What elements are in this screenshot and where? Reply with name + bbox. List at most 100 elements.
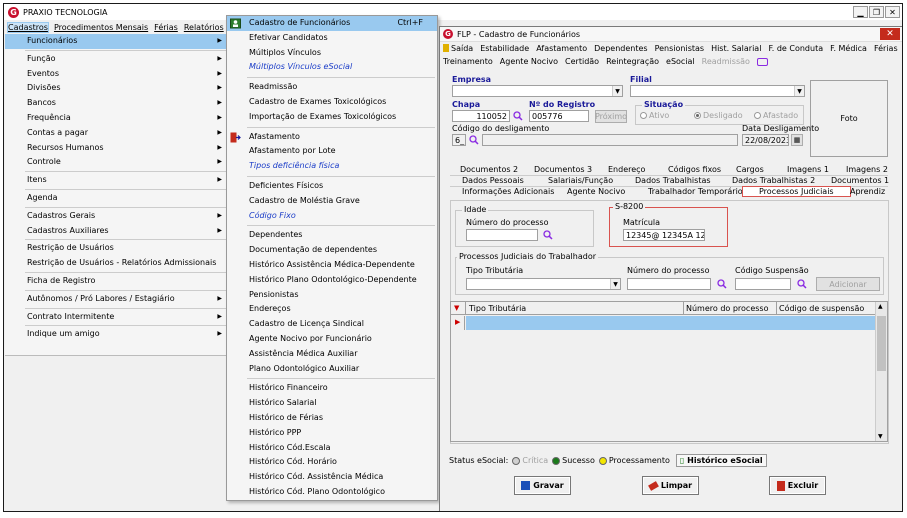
adicionar-button[interactable]: Adicionar <box>816 277 880 291</box>
tab-documentos-1[interactable]: Documentos 1 <box>831 176 889 185</box>
scroll-thumb[interactable] <box>877 316 886 371</box>
chat-icon[interactable] <box>756 57 768 66</box>
menu-item-cadastro-de-exames-toxicologicos[interactable]: Cadastro de Exames Toxicológicos <box>227 95 437 110</box>
scroll-down-icon[interactable]: ▼ <box>878 433 883 440</box>
tab-informacoes-adicionais[interactable]: Informações Adicionais <box>462 187 554 196</box>
menu-item-historico-assistencia-medica-dependente[interactable]: Histórico Assistência Médica-Dependente <box>227 258 437 273</box>
tab-cargos[interactable]: Cargos <box>736 165 764 174</box>
menu-item-eventos[interactable]: Eventos ▶ <box>5 67 226 82</box>
historico-esocial-button[interactable]: ▯ Histórico eSocial <box>675 454 767 467</box>
grid-col-tipo[interactable]: Tipo Tributária <box>469 304 526 313</box>
menu-item-historico-de-ferias[interactable]: Histórico de Férias <box>227 411 437 426</box>
menu-item-historico-salarial[interactable]: Histórico Salarial <box>227 396 437 411</box>
menu-item-divisoes[interactable]: Divisões ▶ <box>5 81 226 96</box>
menu-item-recursos-humanos[interactable]: Recursos Humanos ▶ <box>5 141 226 156</box>
calendar-icon[interactable]: ▦ <box>791 134 803 146</box>
tab-codigos-fixos[interactable]: Códigos fixos <box>668 165 721 174</box>
dialog-menu-hist-salarial[interactable]: Hist. Salarial <box>711 44 761 53</box>
dialog-menu-esocial[interactable]: eSocial <box>666 57 695 66</box>
tab-trabalhador-temporario[interactable]: Trabalhador Temporário <box>648 187 743 196</box>
chapa-input[interactable]: 110052 <box>452 110 510 122</box>
menu-item-importacao-de-exames-toxicologicos[interactable]: Importação de Exames Toxicológicos <box>227 110 437 125</box>
menu-item-enderecos[interactable]: Endereços <box>227 302 437 317</box>
menu-item-agenda[interactable]: Agenda <box>5 191 226 206</box>
tab-documentos-3[interactable]: Documentos 3 <box>534 165 592 174</box>
grid-scrollbar[interactable]: ▲ ▼ <box>875 302 887 441</box>
menu-item-bancos[interactable]: Bancos ▶ <box>5 96 226 111</box>
excluir-button[interactable]: Excluir <box>769 476 826 495</box>
menu-item-funcao[interactable]: Função ▶ <box>5 52 226 67</box>
dialog-menu-certidao[interactable]: Certidão <box>565 57 599 66</box>
dialog-menu-ferias[interactable]: Férias <box>874 44 898 53</box>
menu-cadastros[interactable]: Cadastros <box>7 21 49 33</box>
menu-item-cadastro-de-licenca-sindical[interactable]: Cadastro de Licença Sindical <box>227 317 437 332</box>
tab-endereco[interactable]: Endereço <box>608 165 645 174</box>
menu-item-historico-cod-horario[interactable]: Histórico Cód. Horário <box>227 455 437 470</box>
menu-item-ficha-de-registro[interactable]: Ficha de Registro <box>5 274 226 289</box>
empresa-combo[interactable]: ▼ <box>452 85 623 97</box>
menu-item-historico-cod-escala[interactable]: Histórico Cód.Escala <box>227 441 437 456</box>
menu-item-pensionistas[interactable]: Pensionistas <box>227 288 437 303</box>
menu-procedimentos-mensais[interactable]: Procedimentos Mensais <box>54 23 148 32</box>
tab-imagens-2[interactable]: Imagens 2 <box>846 165 888 174</box>
dialog-menu-reintegracao[interactable]: Reintegração <box>606 57 659 66</box>
menu-item-afastamento[interactable]: Afastamento <box>227 130 437 145</box>
menu-item-multiplos-vinculos[interactable]: Múltiplos Vínculos <box>227 46 437 61</box>
menu-item-historico-plano-odontologico-dependente[interactable]: Histórico Plano Odontológico-Dependente <box>227 273 437 288</box>
dialog-menu-estabilidade[interactable]: Estabilidade <box>480 44 529 53</box>
menu-item-cadastro-de-funcionarios[interactable]: Cadastro de Funcionários Ctrl+F <box>227 16 437 31</box>
menu-item-controle[interactable]: Controle ▶ <box>5 155 226 170</box>
desligado-radio[interactable]: Desligado <box>694 111 743 120</box>
codigo-suspensao-input[interactable] <box>735 278 791 290</box>
close-button[interactable]: ✕ <box>885 6 900 18</box>
menu-item-cadastro-de-molestia-grave[interactable]: Cadastro de Moléstia Grave <box>227 194 437 209</box>
numero-processo-input-2[interactable] <box>627 278 711 290</box>
menu-item-dependentes[interactable]: Dependentes <box>227 228 437 243</box>
dialog-close-button[interactable]: ✕ <box>880 28 900 40</box>
filial-combo[interactable]: ▼ <box>630 85 805 97</box>
search-icon[interactable] <box>717 279 727 289</box>
menu-item-cadastros-gerais[interactable]: Cadastros Gerais ▶ <box>5 209 226 224</box>
gravar-button[interactable]: Gravar <box>514 476 571 495</box>
tab-aprendiz[interactable]: Aprendiz <box>850 187 885 196</box>
grid-col-codigo[interactable]: Código de suspensão <box>779 304 864 313</box>
tab-dados-trabalhistas[interactable]: Dados Trabalhistas <box>635 176 711 185</box>
matricula-input[interactable]: 12345@ 12345A 12345 <box>623 229 705 241</box>
cod-desligamento-input[interactable]: 6_ <box>452 134 466 146</box>
search-icon[interactable] <box>797 279 807 289</box>
dialog-menu-saida[interactable]: Saída <box>443 44 473 53</box>
minimize-button[interactable]: ▁ <box>853 6 868 18</box>
menu-item-plano-odontologico-auxiliar[interactable]: Plano Odontológico Auxiliar <box>227 362 437 377</box>
tipo-tributaria-combo[interactable]: ▼ <box>466 278 621 290</box>
menu-item-restricao-de-usuarios[interactable]: Restrição de Usuários <box>5 241 226 256</box>
menu-item-restricao-de-usuarios-relatorios-admissionais[interactable]: Restrição de Usuários - Relatórios Admis… <box>5 256 226 271</box>
menu-item-tipos-deficiencia-fisica[interactable]: Tipos deficiência física <box>227 159 437 174</box>
tab-documentos-2[interactable]: Documentos 2 <box>460 165 518 174</box>
table-row[interactable] <box>466 316 875 330</box>
menu-item-efetivar-candidatos[interactable]: Efetivar Candidatos <box>227 31 437 46</box>
dialog-menu-afastamento[interactable]: Afastamento <box>536 44 587 53</box>
menu-item-historico-cod-plano-odontologico[interactable]: Histórico Cód. Plano Odontológico <box>227 485 437 500</box>
limpar-button[interactable]: Limpar <box>642 476 699 495</box>
menu-item-historico-cod-assistencia-medica[interactable]: Histórico Cód. Assistência Médica <box>227 470 437 485</box>
registro-input[interactable]: 005776 <box>529 110 589 122</box>
search-icon[interactable] <box>543 230 553 240</box>
scroll-up-icon[interactable]: ▲ <box>878 303 883 310</box>
menu-item-historico-financeiro[interactable]: Histórico Financeiro <box>227 381 437 396</box>
tab-salariais-funcao[interactable]: Salariais/Função <box>548 176 613 185</box>
tab-imagens-1[interactable]: Imagens 1 <box>787 165 829 174</box>
menu-item-historico-ppp[interactable]: Histórico PPP <box>227 426 437 441</box>
menu-item-itens[interactable]: Itens ▶ <box>5 173 226 188</box>
menu-item-afastamento-por-lote[interactable]: Afastamento por Lote <box>227 144 437 159</box>
menu-ferias[interactable]: Férias <box>154 23 178 32</box>
grid-col-numero[interactable]: Número do processo <box>686 304 768 313</box>
tab-agente-nocivo[interactable]: Agente Nocivo <box>567 187 625 196</box>
menu-relatorios[interactable]: Relatórios <box>184 23 224 32</box>
proximo-button[interactable]: Próximo <box>595 110 627 123</box>
ativo-radio[interactable]: Ativo <box>640 111 669 120</box>
foto-box[interactable]: Foto <box>810 80 888 157</box>
dialog-menu-dependentes[interactable]: Dependentes <box>594 44 647 53</box>
menu-item-autonomos-pro-labores-estagiario[interactable]: Autônomos / Pró Labores / Estagiário ▶ <box>5 292 226 307</box>
data-desligamento-input[interactable]: 22/08/2023 <box>742 134 789 146</box>
menu-item-frequencia[interactable]: Frequência ▶ <box>5 111 226 126</box>
